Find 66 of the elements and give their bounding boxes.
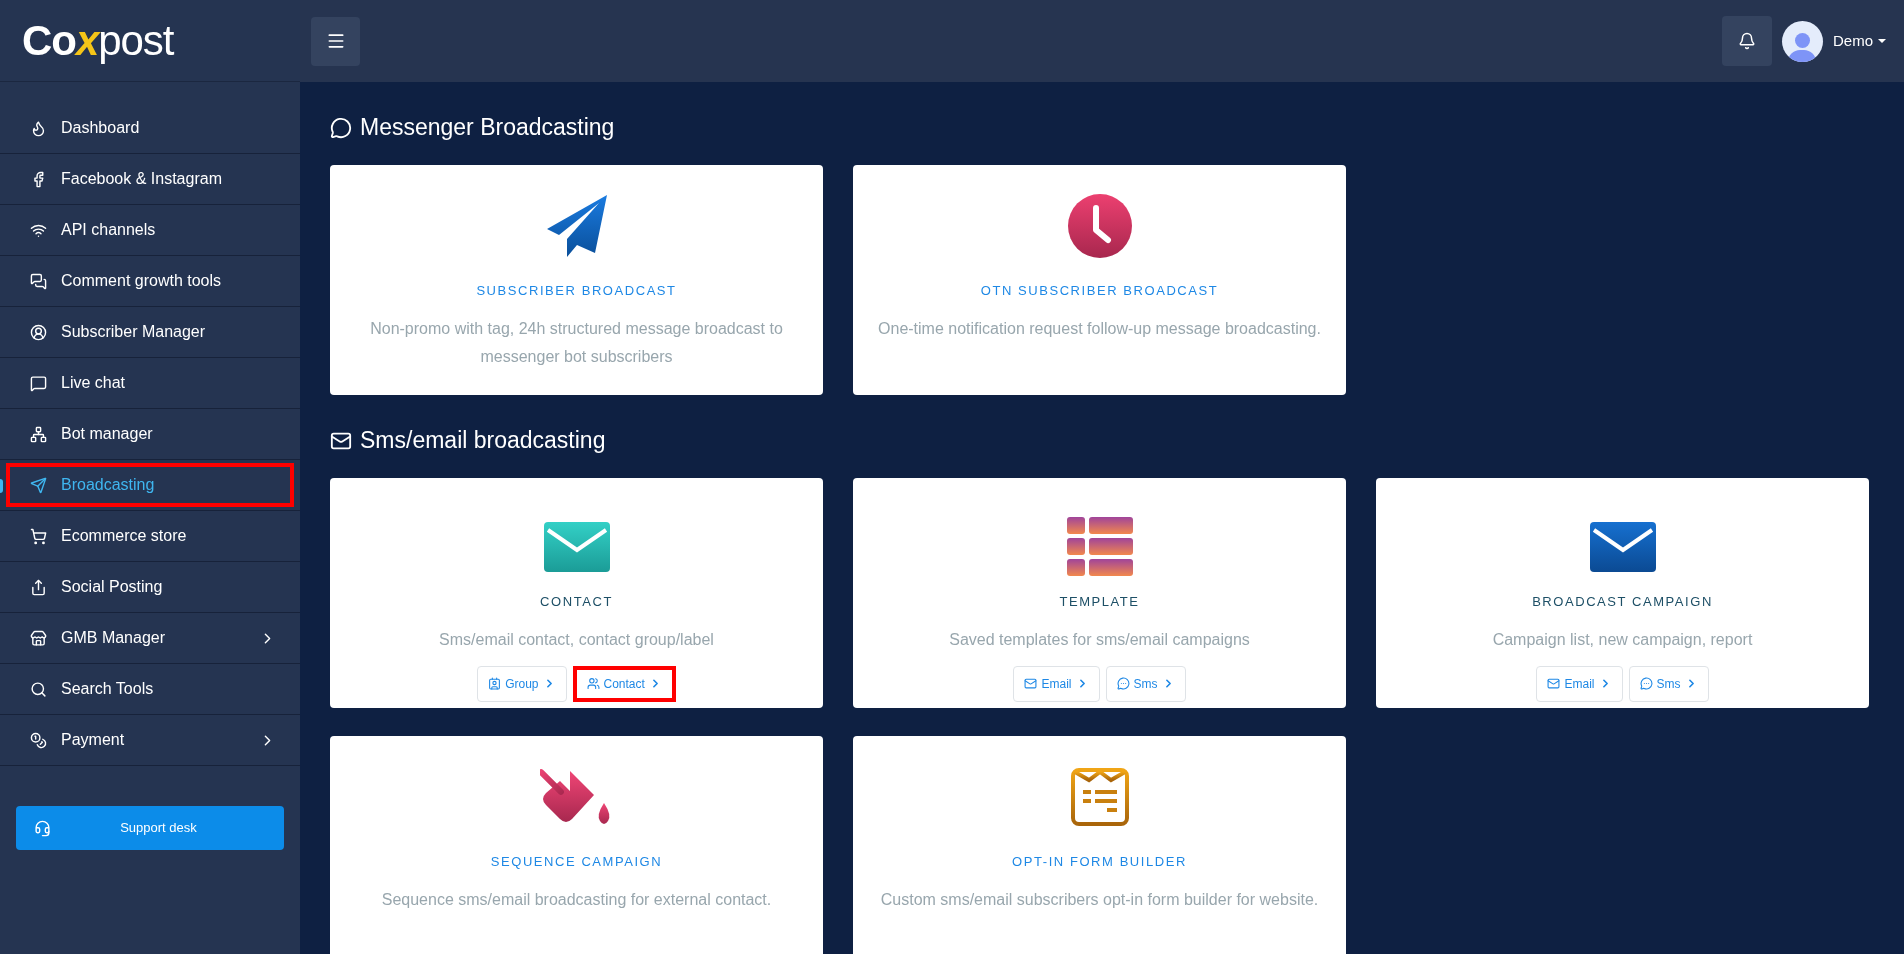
sidebar-item[interactable]: Payment bbox=[6, 718, 294, 762]
sidebar-item[interactable]: Live chat bbox=[6, 361, 294, 405]
share-icon bbox=[30, 578, 47, 596]
card-description: One-time notification request follow-up message broadcasting. bbox=[877, 318, 1322, 339]
paper-plane-icon bbox=[30, 476, 47, 494]
sidebar-item[interactable]: Dashboard bbox=[6, 106, 294, 150]
hierarchy-icon bbox=[30, 425, 47, 443]
messenger-icon bbox=[330, 116, 352, 139]
form-icon bbox=[1070, 768, 1129, 826]
card-description: Non-promo with tag, 24h structured message broadcast to messenger bot subscribers bbox=[369, 318, 784, 367]
headset-icon bbox=[34, 819, 51, 837]
chat-bubble-icon bbox=[1116, 677, 1130, 690]
card-description: Custom sms/email subscribers opt-in form builder for website. bbox=[879, 889, 1320, 910]
card-link-button[interactable]: Group bbox=[477, 665, 567, 702]
chat-bubble-icon bbox=[1639, 677, 1653, 690]
card-description: Sequence sms/email broadcasting for external contact. bbox=[380, 889, 773, 910]
users-icon bbox=[586, 677, 600, 690]
card-title[interactable]: SEQUENCE CAMPAIGN bbox=[490, 852, 663, 872]
sidebar-item[interactable]: API channels bbox=[6, 208, 294, 252]
envelope-icon bbox=[1024, 677, 1038, 690]
sidebar-item[interactable]: Broadcasting bbox=[6, 463, 294, 507]
user-menu[interactable]: Demo bbox=[1833, 29, 1886, 53]
menu-button[interactable] bbox=[311, 16, 360, 66]
envelope-icon bbox=[1547, 677, 1561, 690]
card-link-button[interactable]: Sms bbox=[1628, 665, 1709, 702]
card-title[interactable]: TEMPLATE bbox=[1059, 592, 1140, 612]
card-link-button[interactable]: Email bbox=[1536, 665, 1623, 702]
section-title: Messenger Broadcasting bbox=[360, 116, 615, 139]
sidebar-item[interactable]: Bot manager bbox=[6, 412, 294, 456]
bell-icon bbox=[1738, 32, 1756, 50]
chat-bubbles-icon bbox=[30, 272, 47, 290]
envelope-icon bbox=[543, 522, 610, 572]
sidebar-item[interactable]: GMB Manager bbox=[6, 616, 294, 660]
card-title[interactable]: OPT-IN FORM BUILDER bbox=[1012, 852, 1187, 872]
search-icon bbox=[30, 680, 47, 698]
card-link-button[interactable]: Contact bbox=[572, 665, 676, 702]
card-title[interactable]: OTN SUBSCRIBER BROADCAST bbox=[980, 281, 1219, 301]
envelope-icon bbox=[1589, 522, 1656, 572]
sidebar-item[interactable]: Comment growth tools bbox=[6, 259, 294, 303]
card-link-button[interactable]: Sms bbox=[1105, 665, 1186, 702]
flame-icon bbox=[30, 119, 47, 137]
user-circle-icon bbox=[30, 323, 47, 341]
brand-logo[interactable]: Coxpost bbox=[22, 19, 174, 62]
section-title: Sms/email broadcasting bbox=[360, 429, 606, 452]
clock-icon bbox=[1067, 194, 1132, 258]
sidebar-item[interactable]: Facebook & Instagram bbox=[6, 157, 294, 201]
card-title[interactable]: SUBSCRIBER BROADCAST bbox=[476, 281, 677, 301]
store-icon bbox=[30, 629, 47, 647]
sidebar-item[interactable]: Social Posting bbox=[6, 565, 294, 609]
coins-icon bbox=[30, 731, 47, 749]
cart-icon bbox=[30, 527, 47, 545]
sidebar-item[interactable]: Ecommerce store bbox=[6, 514, 294, 558]
address-book-icon bbox=[488, 677, 502, 690]
card-link-button[interactable]: Email bbox=[1013, 665, 1100, 702]
support-desk-button[interactable]: Support desk bbox=[16, 806, 284, 850]
chat-bubble-icon bbox=[30, 374, 47, 392]
card-title[interactable]: CONTACT bbox=[540, 592, 613, 612]
card-description: Campaign list, new campaign, report bbox=[1491, 629, 1754, 650]
card-description: Saved templates for sms/email campaigns bbox=[948, 629, 1251, 650]
notification-button[interactable] bbox=[1722, 16, 1772, 66]
grid-blocks-icon bbox=[1066, 517, 1133, 577]
sidebar-item[interactable]: Subscriber Manager bbox=[6, 310, 294, 354]
card-description: Sms/email contact, contact group/label bbox=[438, 629, 715, 650]
card-title[interactable]: BROADCAST CAMPAIGN bbox=[1532, 592, 1713, 612]
avatar[interactable] bbox=[1782, 20, 1823, 62]
sidebar-item[interactable]: Search Tools bbox=[6, 667, 294, 711]
